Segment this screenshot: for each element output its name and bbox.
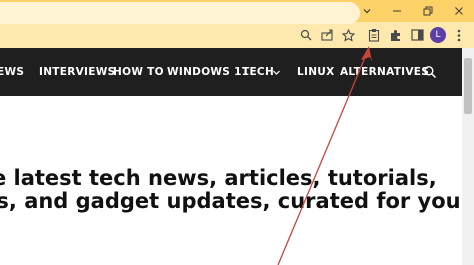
site-search-icon[interactable] <box>423 65 437 79</box>
hero-line-1: he latest tech news, articles, tutorials… <box>0 166 437 190</box>
hero-line-2: ws, and gadget updates, curated for you <box>0 189 461 213</box>
side-panel-icon[interactable] <box>406 24 428 46</box>
clipboard-icon[interactable] <box>363 24 385 46</box>
address-bar[interactable] <box>0 2 360 24</box>
page-scrollbar-thumb[interactable] <box>464 58 472 114</box>
more-menu-icon[interactable] <box>448 24 470 46</box>
search-icon[interactable] <box>295 24 317 46</box>
hero-heading: he latest tech news, articles, tutorials… <box>0 167 474 213</box>
nav-item-alternatives[interactable]: ALTERNATIVES <box>340 48 429 96</box>
nav-item-how-to[interactable]: HOW TO <box>113 48 164 96</box>
extensions-puzzle-icon[interactable] <box>384 24 406 46</box>
nav-item-tech[interactable]: TECH <box>242 48 274 96</box>
nav-item-interviews[interactable]: INTERVIEWS <box>39 48 115 96</box>
minimize-icon[interactable] <box>382 0 412 22</box>
restore-icon[interactable] <box>413 0 443 22</box>
tech-dropdown-chevron-icon[interactable] <box>272 48 281 96</box>
share-icon[interactable] <box>316 24 338 46</box>
nav-item-news[interactable]: EWS <box>0 48 24 96</box>
nav-item-linux[interactable]: LINUX <box>297 48 335 96</box>
site-navigation: EWS INTERVIEWS HOW TO WINDOWS 11 TECH LI… <box>0 48 462 96</box>
close-icon[interactable] <box>444 0 474 22</box>
profile-avatar[interactable]: L <box>430 27 446 43</box>
nav-item-windows-11[interactable]: WINDOWS 11 <box>167 48 249 96</box>
bookmark-star-icon[interactable] <box>337 24 359 46</box>
